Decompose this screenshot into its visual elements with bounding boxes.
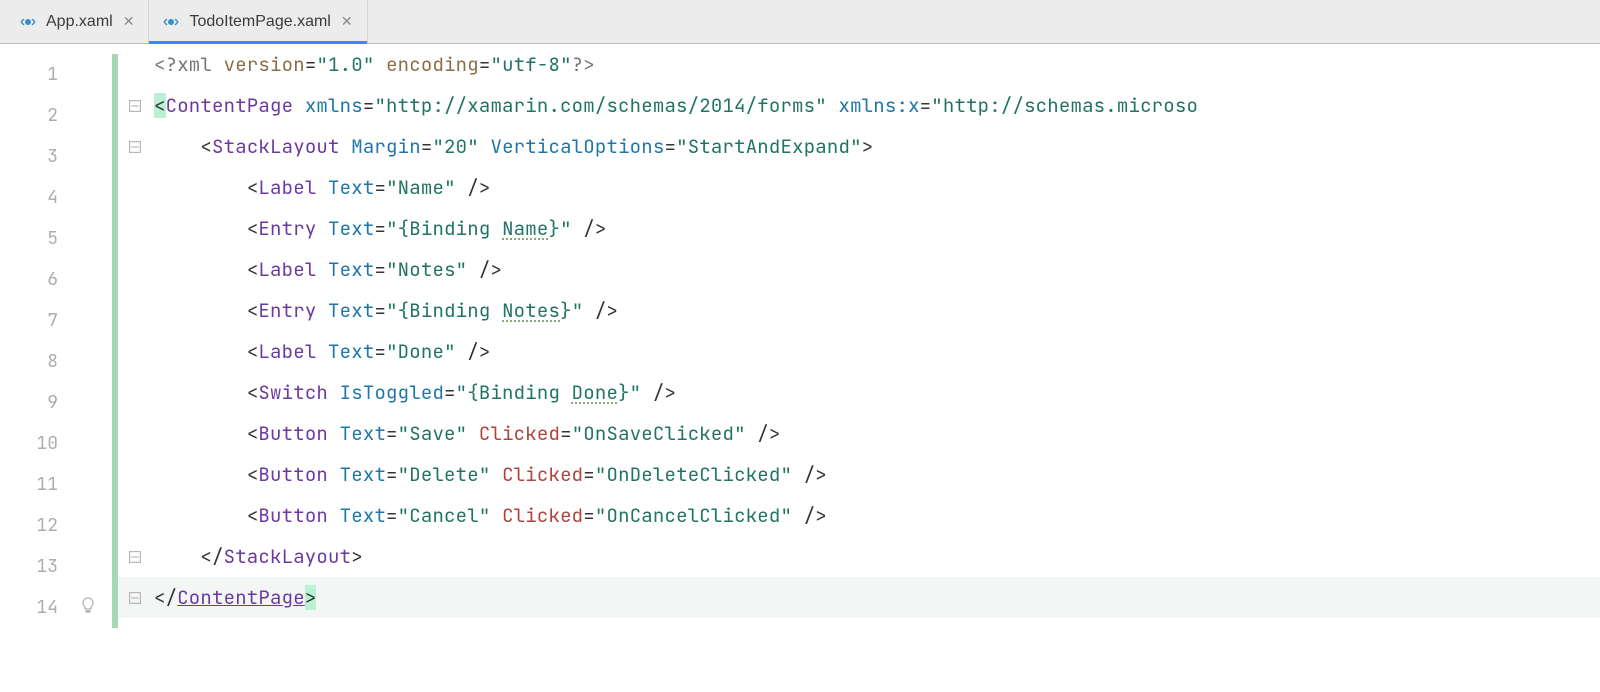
close-icon[interactable]: ✕ <box>123 13 135 30</box>
tab-app-xaml[interactable]: App.xaml ✕ <box>6 0 149 43</box>
line-number: 11 <box>0 464 112 505</box>
gutter: 1 2 3 4 5 6 7 8 9 10 11 12 13 14 <box>0 44 112 692</box>
vcs-modified-strip <box>112 54 118 628</box>
code-line[interactable]: <ContentPage xmlns="http://xamarin.com/s… <box>112 85 1600 126</box>
code-line[interactable]: <Label Text="Done" /> <box>112 331 1600 372</box>
line-number: 12 <box>0 505 112 546</box>
code-line[interactable]: <Entry Text="{Binding Name}" /> <box>112 208 1600 249</box>
code-line[interactable]: <Label Text="Notes" /> <box>112 249 1600 290</box>
line-number: 3 <box>0 136 112 177</box>
line-number: 2 <box>0 95 112 136</box>
code-line[interactable]: <Button Text="Delete" Clicked="OnDeleteC… <box>112 454 1600 495</box>
code-line[interactable]: <Button Text="Cancel" Clicked="OnCancelC… <box>112 495 1600 536</box>
editor[interactable]: 1 2 3 4 5 6 7 8 9 10 11 12 13 14 <box>0 44 1600 692</box>
ide-root: App.xaml ✕ TodoItemPage.xaml ✕ 1 2 3 4 5… <box>0 0 1600 692</box>
code-line[interactable]: <Label Text="Name" /> <box>112 167 1600 208</box>
close-icon[interactable]: ✕ <box>341 13 353 30</box>
code-surface[interactable]: <?xml version="1.0" encoding="utf-8"?> <… <box>112 44 1600 692</box>
code-line[interactable]: <Button Text="Save" Clicked="OnSaveClick… <box>112 413 1600 454</box>
line-number: 1 <box>0 54 112 95</box>
code-line[interactable]: <Entry Text="{Binding Notes}" /> <box>112 290 1600 331</box>
code-line[interactable]: <?xml version="1.0" encoding="utf-8"?> <box>112 44 1600 85</box>
tab-todoitempage-xaml[interactable]: TodoItemPage.xaml ✕ <box>149 0 367 43</box>
xaml-file-icon <box>163 14 179 30</box>
line-number: 10 <box>0 423 112 464</box>
fold-toggle-icon[interactable] <box>128 550 142 564</box>
xaml-file-icon <box>20 14 36 30</box>
line-number: 5 <box>0 218 112 259</box>
fold-toggle-icon[interactable] <box>128 140 142 154</box>
code-line[interactable]: </ContentPage> <box>112 577 1600 618</box>
line-number: 4 <box>0 177 112 218</box>
lightbulb-icon[interactable] <box>80 596 96 619</box>
line-number: 7 <box>0 300 112 341</box>
line-number: 9 <box>0 382 112 423</box>
tab-label: App.xaml <box>46 13 113 31</box>
line-number: 8 <box>0 341 112 382</box>
line-number: 6 <box>0 259 112 300</box>
code-line[interactable]: <StackLayout Margin="20" VerticalOptions… <box>112 126 1600 167</box>
fold-toggle-icon[interactable] <box>128 591 142 605</box>
fold-toggle-icon[interactable] <box>128 99 142 113</box>
code-line[interactable]: <Switch IsToggled="{Binding Done}" /> <box>112 372 1600 413</box>
tab-bar: App.xaml ✕ TodoItemPage.xaml ✕ <box>0 0 1600 44</box>
tab-label: TodoItemPage.xaml <box>189 13 330 31</box>
line-number: 14 <box>0 587 112 628</box>
line-number: 13 <box>0 546 112 587</box>
code-line[interactable]: </StackLayout> <box>112 536 1600 577</box>
